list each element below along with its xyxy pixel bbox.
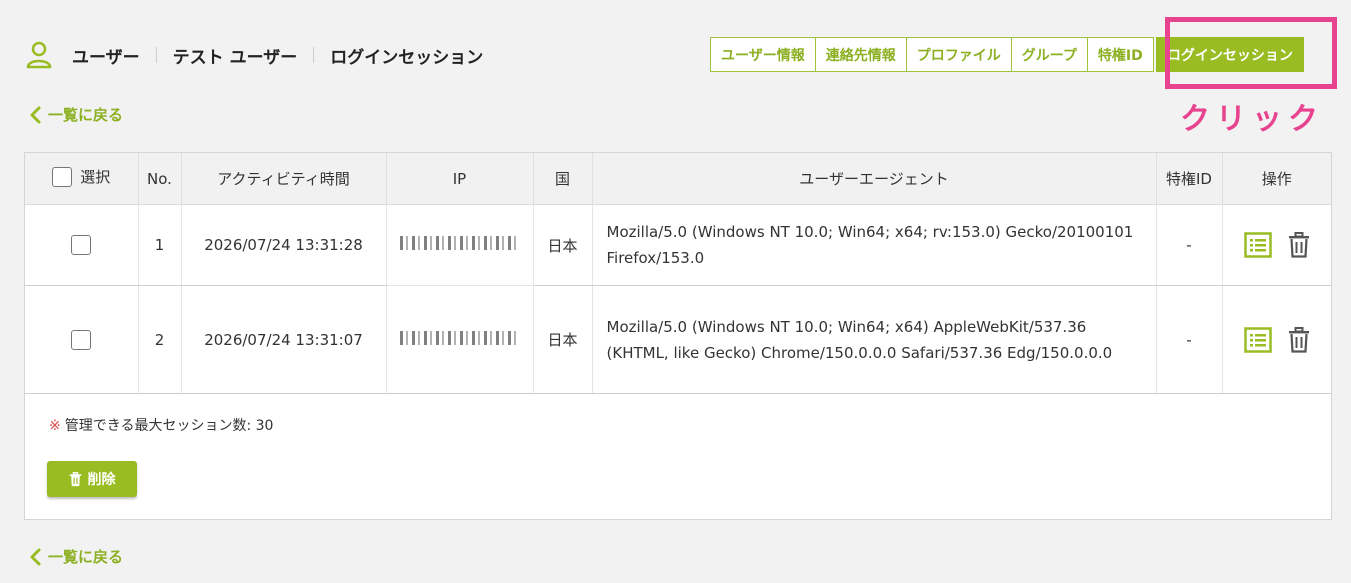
breadcrumb: ユーザー テスト ユーザー ログインセッション: [26, 40, 483, 70]
page-title: ログインセッション: [330, 47, 484, 68]
row-ip: [386, 285, 534, 394]
col-user-agent: ユーザーエージェント: [592, 153, 1157, 205]
tab-privileged-id[interactable]: 特権ID: [1086, 37, 1154, 72]
tab-profile[interactable]: プロファイル: [905, 37, 1012, 72]
breadcrumb-section[interactable]: ユーザー: [72, 43, 140, 68]
col-ip: IP: [386, 153, 534, 205]
select-all-checkbox[interactable]: [52, 166, 73, 187]
trash-icon[interactable]: [1288, 326, 1310, 353]
col-select-label: 選択: [80, 168, 111, 187]
row-no: 2: [138, 285, 182, 394]
click-annotation: クリック: [1180, 102, 1324, 137]
tab-user-info[interactable]: ユーザー情報: [710, 37, 816, 72]
session-panel: 選択 No. アクティビティ時間 IP 国 ユーザーエージェント 特権ID 操作…: [24, 152, 1332, 520]
click-highlight-box: [1165, 17, 1337, 89]
breadcrumb-separator: [313, 47, 315, 63]
table-row: 2 2026/07/24 13:31:07 日本 Mozilla/5.0 (Wi…: [25, 285, 1331, 394]
table-row: 1 2026/07/24 13:31:28 日本 Mozilla/5.0 (Wi…: [25, 204, 1331, 286]
chevron-left-icon: [30, 548, 41, 565]
row-user-agent: Mozilla/5.0 (Windows NT 10.0; Win64; x64…: [592, 285, 1157, 394]
row-user-agent: Mozilla/5.0 (Windows NT 10.0; Win64; x64…: [592, 204, 1157, 286]
col-country: 国: [533, 153, 593, 205]
note-text: 管理できる最大セッション数: 30: [64, 418, 274, 434]
redacted-ip: [399, 330, 520, 345]
col-time: アクティビティ時間: [181, 153, 387, 205]
col-no: No.: [138, 153, 182, 205]
row-country: 日本: [533, 204, 593, 286]
details-list-icon[interactable]: [1244, 326, 1272, 353]
row-no: 1: [138, 204, 182, 286]
col-privileged-id: 特権ID: [1156, 153, 1223, 205]
user-icon: [26, 41, 52, 69]
back-to-list-link[interactable]: 一覧に戻る: [28, 104, 123, 125]
trash-icon: [69, 471, 81, 486]
row-time: 2026/07/24 13:31:07: [181, 285, 387, 394]
col-actions: 操作: [1222, 153, 1331, 205]
session-table: 選択 No. アクティビティ時間 IP 国 ユーザーエージェント 特権ID 操作…: [25, 153, 1331, 394]
redacted-ip: [399, 236, 520, 250]
row-privileged-id: -: [1156, 204, 1223, 286]
back-link-label: 一覧に戻る: [48, 106, 124, 124]
col-select: 選択: [25, 153, 139, 205]
delete-button-label: 削除: [87, 472, 116, 488]
row-checkbox[interactable]: [71, 329, 92, 350]
back-to-list-link[interactable]: 一覧に戻る: [28, 546, 123, 567]
delete-button[interactable]: 削除: [47, 461, 137, 497]
note-mark: ※: [49, 418, 61, 434]
row-country: 日本: [533, 285, 593, 394]
tab-group[interactable]: グループ: [1010, 37, 1088, 72]
breadcrumb-user[interactable]: テスト ユーザー: [173, 43, 298, 68]
row-ip: [386, 204, 534, 286]
tab-contact-info[interactable]: 連絡先情報: [814, 37, 907, 72]
details-list-icon[interactable]: [1244, 232, 1272, 258]
trash-icon[interactable]: [1288, 232, 1310, 258]
breadcrumb-separator: [155, 47, 157, 63]
max-session-note: ※ 管理できる最大セッション数: 30: [49, 415, 273, 435]
row-checkbox[interactable]: [71, 235, 92, 255]
row-time: 2026/07/24 13:31:28: [181, 204, 387, 286]
chevron-left-icon: [30, 106, 41, 123]
row-privileged-id: -: [1156, 285, 1223, 394]
back-link-label: 一覧に戻る: [48, 548, 124, 566]
